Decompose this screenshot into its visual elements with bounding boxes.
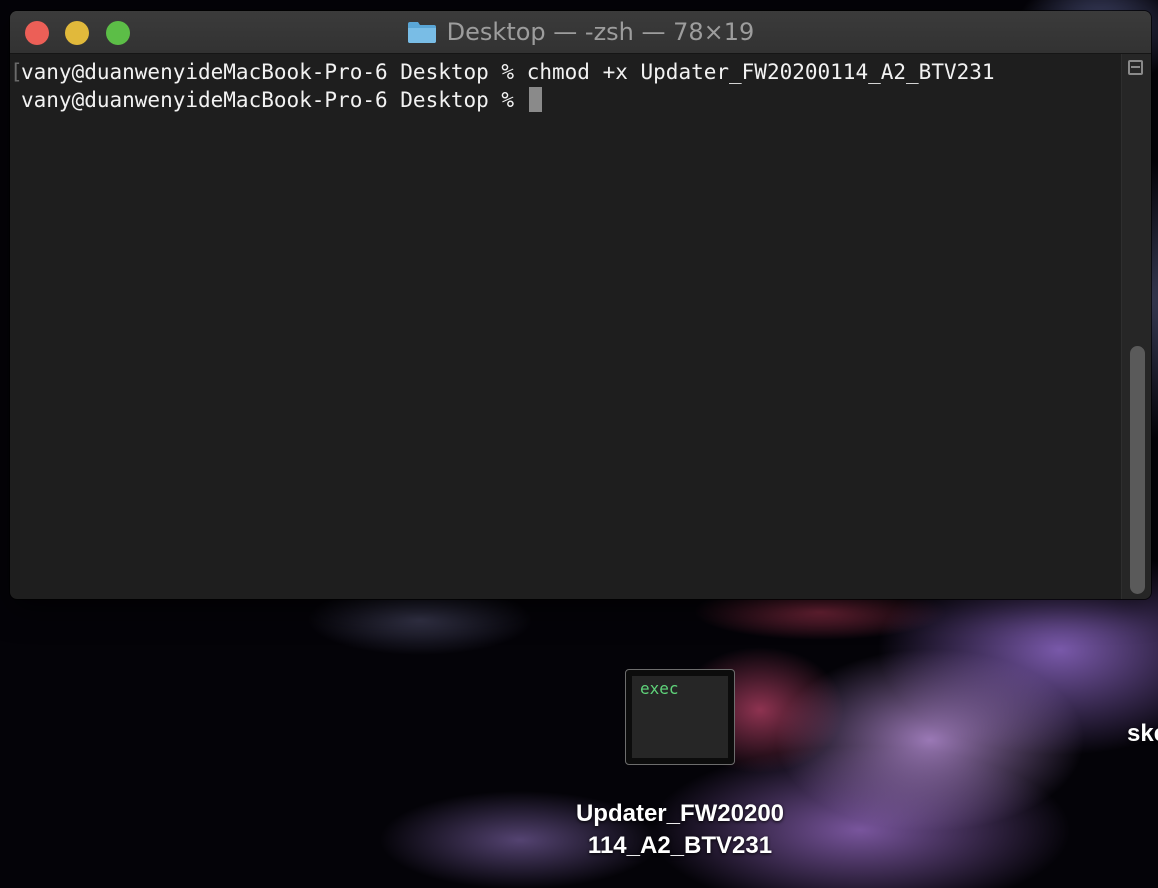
file-name-label[interactable]: Updater_FW20200 114_A2_BTV231 <box>560 798 800 862</box>
terminal-line: vany@duanwenyideMacBook-Pro-6 Desktop % <box>21 86 542 114</box>
scrollbar-thumb[interactable] <box>1130 346 1145 594</box>
terminal-window[interactable]: Desktop — -zsh — 78×19 [vany@duanwenyide… <box>10 11 1151 599</box>
desktop-background: Desktop — -zsh — 78×19 [vany@duanwenyide… <box>0 0 1158 888</box>
file-icon-body: exec <box>632 676 728 758</box>
window-title-group: Desktop — -zsh — 78×19 <box>10 11 1151 53</box>
desktop-item-label-partial[interactable]: ske <box>1127 720 1158 748</box>
window-title: Desktop — -zsh — 78×19 <box>446 18 755 46</box>
split-pane-icon[interactable] <box>1128 60 1143 75</box>
executable-file-icon[interactable]: exec <box>625 669 735 765</box>
text-cursor <box>528 87 542 112</box>
line-marker-left: [ <box>10 60 23 84</box>
terminal-output[interactable]: [vany@duanwenyideMacBook-Pro-6 Desktop %… <box>10 54 1134 599</box>
command: chmod +x Updater_FW20200114_A2_BTV231 <box>526 60 995 84</box>
folder-icon <box>407 20 437 44</box>
file-name-line-1: Updater_FW20200 <box>575 800 785 827</box>
title-bar[interactable]: Desktop — -zsh — 78×19 <box>10 11 1151 54</box>
file-name-line-2: 114_A2_BTV231 <box>587 832 773 859</box>
scrollbar[interactable] <box>1121 54 1151 599</box>
exec-label: exec <box>640 679 679 698</box>
terminal-line: [vany@duanwenyideMacBook-Pro-6 Desktop %… <box>10 58 1134 86</box>
prompt: vany@duanwenyideMacBook-Pro-6 Desktop % <box>21 60 527 84</box>
prompt: vany@duanwenyideMacBook-Pro-6 Desktop % <box>21 88 527 112</box>
